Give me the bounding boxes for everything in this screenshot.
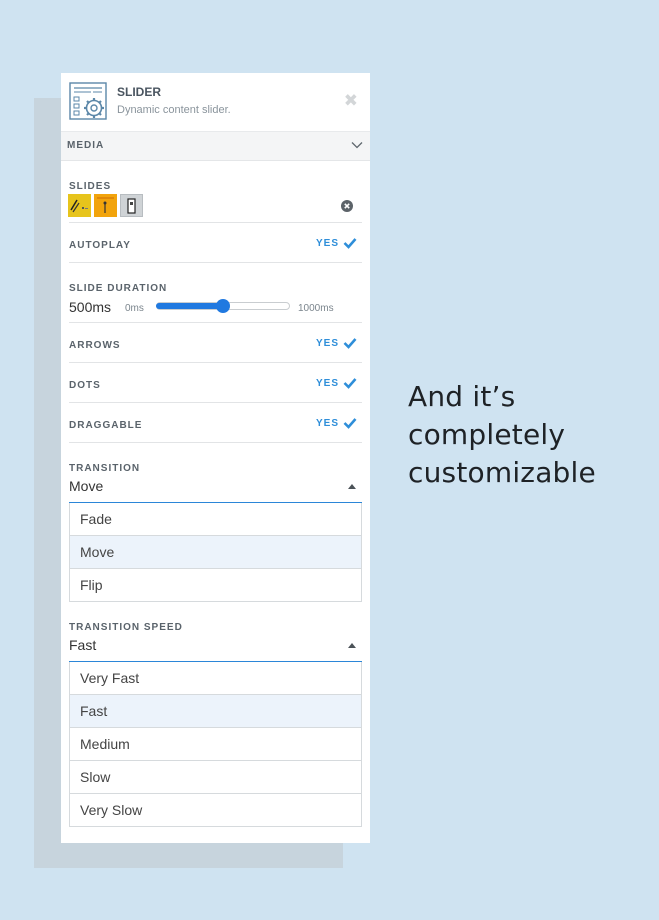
widget-description: Dynamic content slider.	[117, 104, 231, 116]
remove-circle-icon[interactable]	[341, 200, 353, 212]
arrows-toggle[interactable]: YES	[316, 337, 357, 349]
arrows-field: ARROWS YES	[69, 323, 362, 363]
toggle-value: YES	[315, 237, 339, 249]
caret-up-icon[interactable]	[348, 643, 356, 648]
speed-option[interactable]: Fast	[70, 695, 361, 728]
autoplay-field: AUTOPLAY YES	[69, 223, 362, 263]
toggle-value: YES	[315, 337, 339, 349]
transition-speed-value: Fast	[69, 637, 97, 653]
speed-option[interactable]: Medium	[70, 728, 361, 761]
slider-settings-panel: SLIDER Dynamic content slider. ✖ MEDIA S…	[61, 73, 370, 843]
slide-thumbnail[interactable]	[68, 194, 91, 217]
slider-fill	[156, 303, 223, 309]
transition-speed-options: Very Fast Fast Medium Slow Very Slow	[69, 662, 362, 827]
close-icon[interactable]: ✖	[344, 92, 358, 109]
media-section-content: SLIDES AUTOPLAY YES SLIDE DURATION 500ms…	[61, 161, 370, 827]
draggable-field: DRAGGABLE YES	[69, 403, 362, 443]
transition-option[interactable]: Move	[70, 536, 361, 569]
slides-label: SLIDES	[69, 181, 112, 192]
transition-options: Fade Move Flip	[69, 503, 362, 602]
speed-option[interactable]: Very Fast	[70, 662, 361, 695]
checkmark-icon	[343, 418, 357, 429]
dots-toggle[interactable]: YES	[316, 377, 357, 389]
widget-title: SLIDER	[117, 85, 162, 99]
checkmark-icon	[343, 378, 357, 389]
transition-speed-label: TRANSITION SPEED	[69, 622, 183, 633]
slider-max-label: 1000ms	[298, 303, 334, 314]
media-section-header[interactable]: MEDIA	[61, 131, 370, 161]
slide-thumbnail[interactable]	[120, 194, 143, 217]
slide-duration-value: 500ms	[69, 299, 112, 315]
arrows-label: ARROWS	[69, 340, 121, 351]
chevron-down-icon[interactable]	[351, 140, 363, 150]
slider-min-label: 0ms	[125, 303, 144, 314]
checkmark-icon	[343, 238, 357, 249]
checkmark-icon	[343, 338, 357, 349]
slide-thumbnails	[68, 194, 146, 217]
slide-duration-slider[interactable]	[156, 299, 290, 313]
slider-handle[interactable]	[216, 299, 230, 313]
section-label: MEDIA	[67, 140, 105, 151]
transition-speed-select[interactable]: TRANSITION SPEED Fast	[69, 602, 362, 662]
transition-option[interactable]: Fade	[70, 503, 361, 536]
speed-option[interactable]: Very Slow	[70, 794, 361, 826]
marketing-tagline: And it’s completely customizable	[408, 380, 596, 489]
autoplay-toggle[interactable]: YES	[316, 237, 357, 249]
transition-value: Move	[69, 478, 104, 494]
speed-option[interactable]: Slow	[70, 761, 361, 794]
transition-label: TRANSITION	[69, 463, 141, 474]
draggable-toggle[interactable]: YES	[316, 417, 357, 429]
slider-widget-icon	[69, 82, 107, 120]
transition-speed-field: TRANSITION SPEED Fast Very Fast Fast Med…	[69, 602, 362, 827]
transition-field: TRANSITION Move Fade Move Flip	[69, 443, 362, 602]
slide-duration-label: SLIDE DURATION	[69, 283, 168, 294]
slide-duration-field: SLIDE DURATION 500ms 0ms 1000ms	[69, 263, 362, 323]
caret-up-icon[interactable]	[348, 484, 356, 489]
autoplay-label: AUTOPLAY	[69, 240, 131, 251]
draggable-label: DRAGGABLE	[69, 420, 143, 431]
dots-field: DOTS YES	[69, 363, 362, 403]
slide-thumbnail[interactable]	[94, 194, 117, 217]
toggle-value: YES	[315, 377, 339, 389]
widget-header: SLIDER Dynamic content slider. ✖	[61, 73, 370, 131]
slides-field: SLIDES	[68, 161, 362, 223]
transition-select[interactable]: TRANSITION Move	[69, 443, 362, 503]
transition-option[interactable]: Flip	[70, 569, 361, 601]
dots-label: DOTS	[69, 380, 101, 391]
toggle-value: YES	[315, 417, 339, 429]
